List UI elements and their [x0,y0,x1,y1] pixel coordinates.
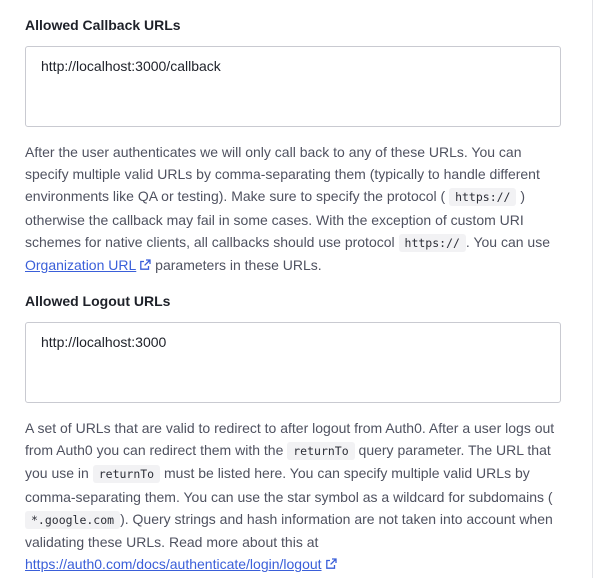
logout-urls-field[interactable]: http://localhost:3000 [25,322,561,403]
logout-urls-label: Allowed Logout URLs [25,293,171,309]
callback-urls-section: Allowed Callback URLs http://localhost:3… [25,15,565,276]
code-snippet: *.google.com [25,510,121,529]
callback-urls-label: Allowed Callback URLs [25,17,181,33]
organization-url-link[interactable]: Organization URL [25,257,151,273]
panel-divider [592,0,593,578]
callback-urls-help: After the user authenticates we will onl… [25,141,561,276]
callback-urls-field[interactable]: http://localhost:3000/callback [25,46,561,127]
code-snippet: returnTo [92,465,161,484]
code-snippet: https:// [449,188,517,207]
application-settings-urls: Allowed Callback URLs http://localhost:3… [0,0,616,578]
link-label: https://auth0.com/docs/authenticate/logi… [25,556,322,573]
external-link-icon [140,259,151,270]
code-snippet: returnTo [287,442,355,461]
external-link-icon [325,558,337,570]
help-text: . You can use [465,233,550,250]
logout-docs-link[interactable]: https://auth0.com/docs/authenticate/logi… [25,556,337,572]
code-snippet: https:// [398,233,466,252]
link-label: Organization URL [25,257,137,274]
logout-urls-help: A set of URLs that are valid to redirect… [25,417,561,575]
logout-urls-section: Allowed Logout URLs http://localhost:300… [25,291,565,575]
help-text: parameters in these URLs. [155,257,322,274]
